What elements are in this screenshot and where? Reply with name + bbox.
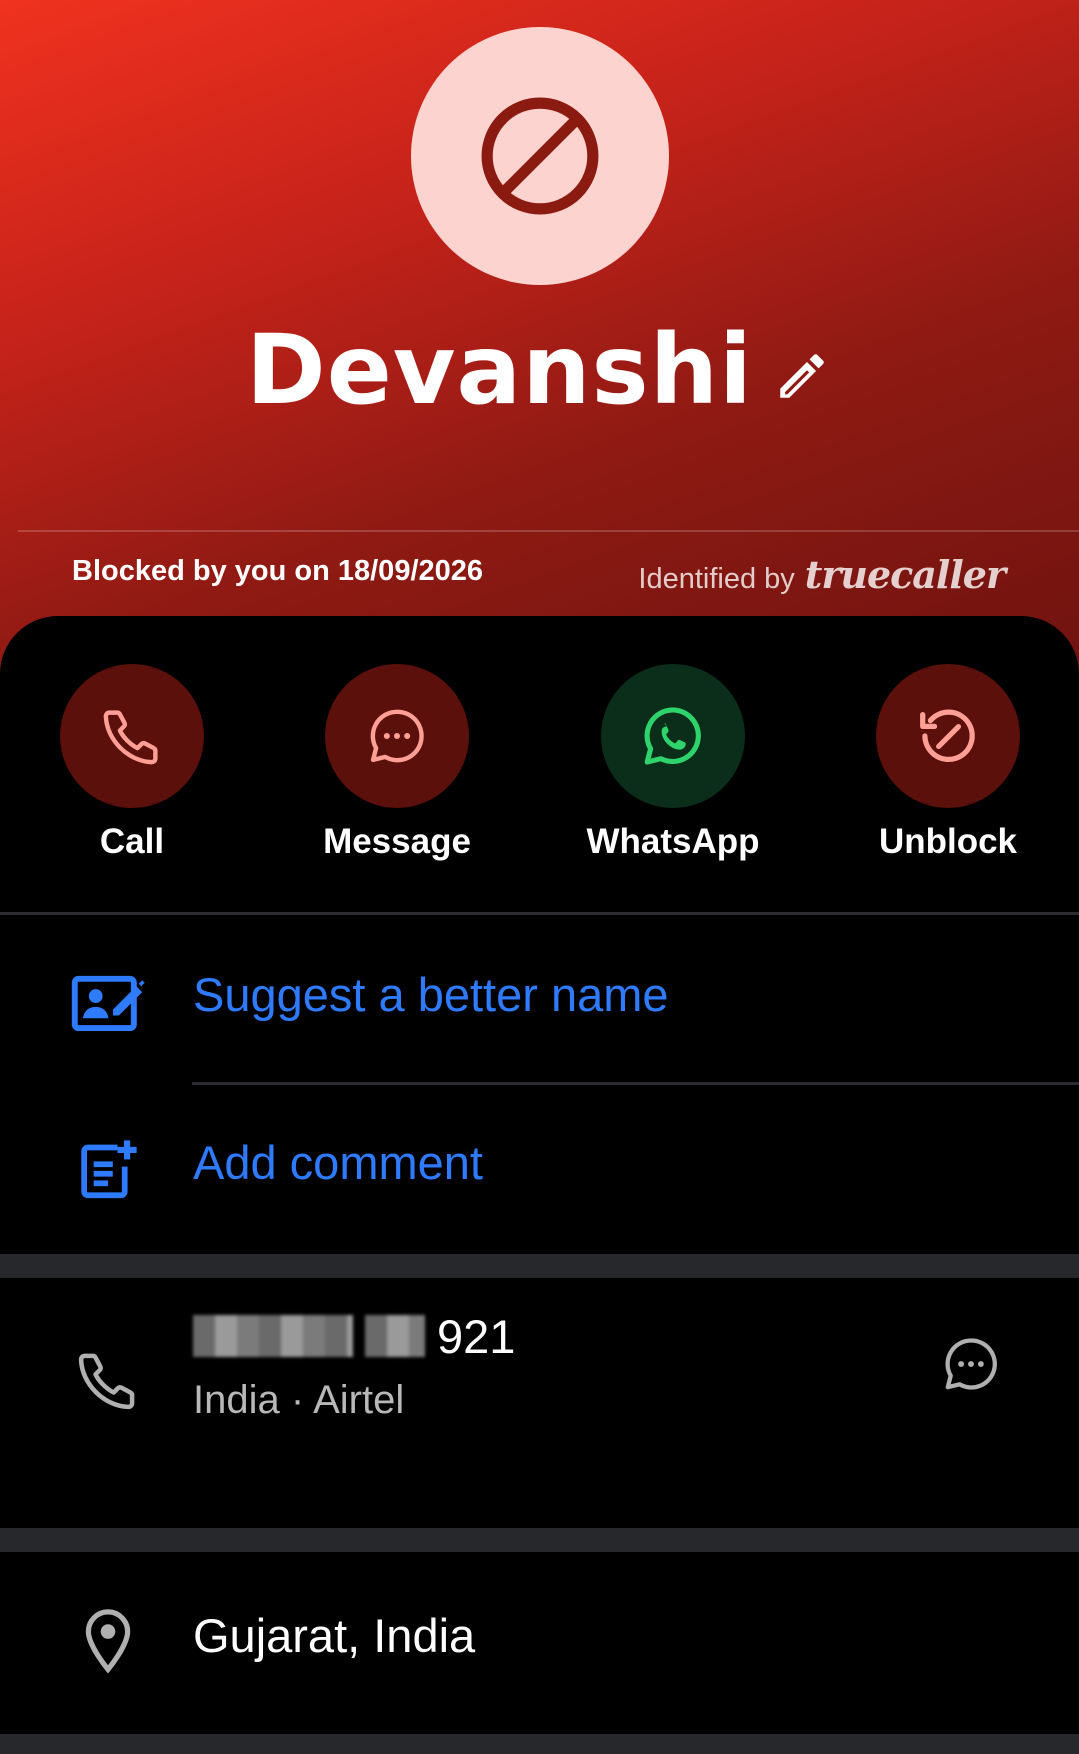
- header-divider: [18, 530, 1079, 532]
- unblock-button-circle[interactable]: [876, 664, 1020, 808]
- truecaller-logo: truecaller: [804, 552, 1006, 597]
- identified-by: Identified by truecaller: [638, 552, 1006, 597]
- whatsapp-button[interactable]: WhatsApp: [573, 664, 773, 864]
- whatsapp-label: WhatsApp: [586, 822, 760, 861]
- whatsapp-button-circle[interactable]: [601, 664, 745, 808]
- phone-number: 921: [193, 1308, 515, 1364]
- redacted-digits: [365, 1315, 425, 1357]
- phone-number-suffix: 921: [437, 1309, 516, 1363]
- location-row: Gujarat, India: [0, 1552, 1079, 1732]
- phone-icon: [70, 1342, 146, 1418]
- unblock-button[interactable]: Unblock: [848, 664, 1048, 864]
- call-button[interactable]: Call: [32, 664, 232, 864]
- whatsapp-icon: [644, 707, 701, 765]
- suggest-name-icon: [70, 963, 146, 1039]
- message-button[interactable]: Message: [297, 664, 497, 864]
- add-comment-link[interactable]: Add comment: [193, 1135, 483, 1190]
- section-separator: [0, 1528, 1079, 1552]
- contact-name-row: Devanshi: [0, 300, 1079, 440]
- unblock-label: Unblock: [878, 822, 1018, 861]
- location-pin-icon: [70, 1604, 146, 1680]
- message-button-circle[interactable]: [325, 664, 469, 808]
- phone-number-row[interactable]: 921 India · Airtel: [0, 1278, 1079, 1504]
- contact-details-panel: Call Message WhatsApp Unblock Suggest a …: [0, 616, 1079, 1754]
- add-comment-icon: [70, 1131, 146, 1207]
- chat-bubble-icon: [370, 709, 424, 763]
- call-label: Call: [99, 822, 165, 861]
- pencil-icon: [780, 354, 824, 398]
- blocked-status: Blocked by you on 18/09/2026: [72, 555, 484, 587]
- chat-bubble-icon: [945, 1338, 997, 1390]
- send-message-button[interactable]: [935, 1328, 1007, 1400]
- action-bar: Call Message WhatsApp Unblock: [0, 664, 1079, 864]
- section-separator: [0, 1254, 1079, 1278]
- call-button-circle[interactable]: [60, 664, 204, 808]
- redacted-digits: [193, 1315, 353, 1357]
- message-label: Message: [323, 822, 471, 861]
- edit-name-icon[interactable]: [771, 345, 833, 407]
- contact-avatar: [411, 27, 669, 285]
- add-comment-row[interactable]: Add comment: [0, 1085, 1079, 1255]
- identified-prefix: Identified by: [638, 563, 795, 595]
- suggest-name-row[interactable]: Suggest a better name: [0, 915, 1079, 1087]
- phone-icon: [103, 710, 158, 765]
- unblock-icon: [920, 709, 975, 763]
- section-separator: [0, 1734, 1079, 1754]
- phone-carrier: India · Airtel: [193, 1378, 405, 1422]
- contact-detail-screen: Devanshi Blocked by you on 18/09/2026 Id…: [0, 0, 1079, 1754]
- location-text: Gujarat, India: [193, 1609, 476, 1662]
- suggest-name-link[interactable]: Suggest a better name: [193, 967, 669, 1022]
- contact-header: Devanshi Blocked by you on 18/09/2026 Id…: [0, 0, 1079, 700]
- block-icon: [481, 97, 599, 215]
- contact-name: Devanshi: [246, 314, 753, 426]
